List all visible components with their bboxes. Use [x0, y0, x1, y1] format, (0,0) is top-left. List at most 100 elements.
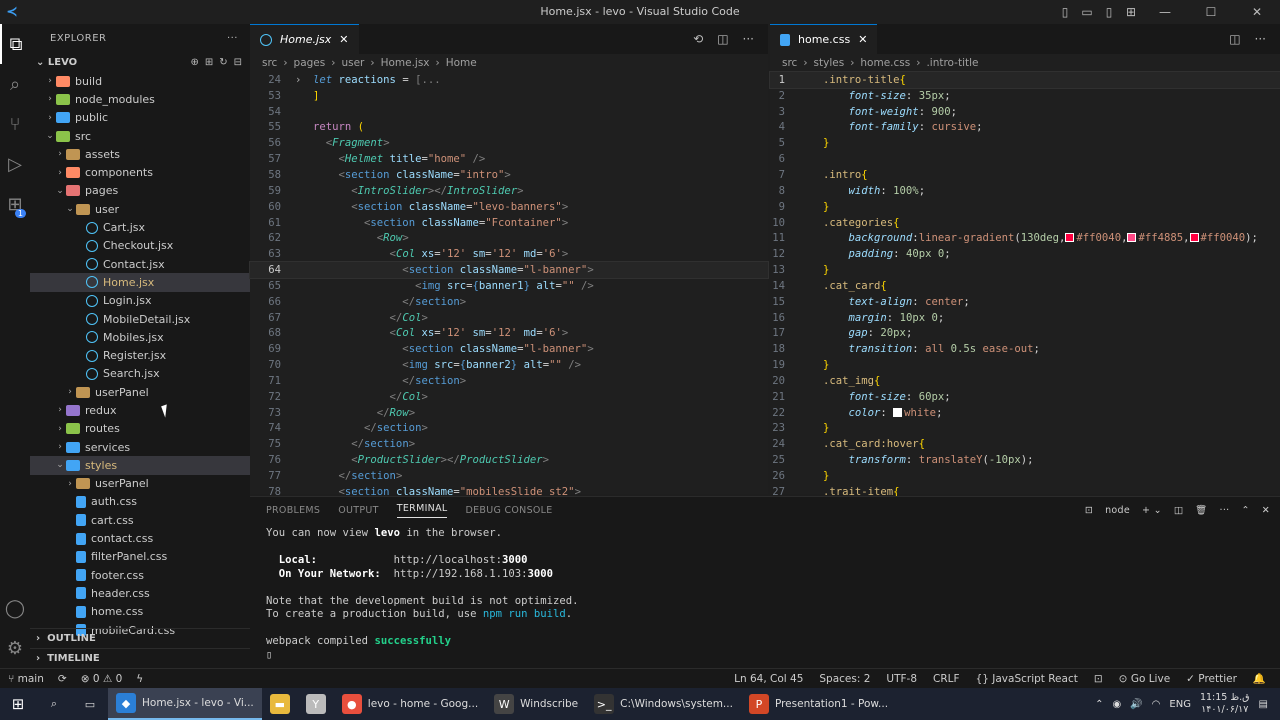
- code-line[interactable]: 64 <section className="l-banner">: [249, 261, 769, 279]
- code-line[interactable]: 24 .cat_card:hover{: [770, 436, 1280, 452]
- breadcrumb-item[interactable]: src: [262, 57, 277, 69]
- notifications-icon[interactable]: 🔔: [1253, 672, 1266, 685]
- split-terminal-icon[interactable]: ◫: [1174, 505, 1183, 516]
- code-line[interactable]: 5}: [770, 135, 1280, 151]
- code-line[interactable]: 4 font-family: cursive;: [770, 120, 1280, 136]
- code-line[interactable]: 65 <img src={banner1} alt="" />: [250, 278, 768, 294]
- tree-file[interactable]: Checkout.jsx: [30, 237, 250, 255]
- wifi-icon[interactable]: ◠: [1152, 699, 1161, 710]
- add-terminal-icon[interactable]: + ⌄: [1142, 505, 1162, 516]
- source-control-icon[interactable]: ⑂: [0, 104, 30, 144]
- format-icon[interactable]: ⊡: [1094, 673, 1103, 685]
- code-line[interactable]: 8 width: 100%;: [770, 183, 1280, 199]
- tree-folder[interactable]: ⌄ pages: [30, 182, 250, 200]
- code-line[interactable]: 6: [770, 151, 1280, 167]
- tree-folder[interactable]: ⌄ user: [30, 200, 250, 218]
- code-line[interactable]: 59 <IntroSlider></IntroSlider>: [250, 183, 768, 199]
- tray-overflow-icon[interactable]: ⌃: [1095, 699, 1103, 710]
- close-panel-icon[interactable]: ✕: [1262, 505, 1270, 516]
- code-line[interactable]: 12 padding: 40px 0;: [770, 246, 1280, 262]
- lightning-icon[interactable]: ϟ: [136, 673, 143, 685]
- taskbar-app[interactable]: ◆ Home.jsx - levo - Vi...: [108, 688, 262, 720]
- code-line[interactable]: 11 background:linear-gradient(130deg, #ff…: [770, 230, 1280, 246]
- code-line[interactable]: 70 <img src={banner2} alt="" />: [250, 357, 768, 373]
- tree-file[interactable]: home.css: [30, 603, 250, 621]
- code-line[interactable]: 53]: [250, 88, 768, 104]
- breadcrumb-item[interactable]: Home: [446, 57, 477, 69]
- collapse-all-icon[interactable]: ⊟: [234, 57, 242, 68]
- new-folder-icon[interactable]: ⊞: [205, 57, 213, 68]
- task-view-button[interactable]: ▭: [72, 688, 108, 720]
- network-icon[interactable]: ◉: [1112, 699, 1121, 710]
- tree-file[interactable]: Contact.jsx: [30, 255, 250, 273]
- sync-icon[interactable]: ⟳: [58, 673, 67, 685]
- code-line[interactable]: 76 <ProductSlider></ProductSlider>: [250, 452, 768, 468]
- tree-folder[interactable]: › node_modules: [30, 90, 250, 108]
- tree-folder[interactable]: ⌄ src: [30, 127, 250, 145]
- code-line[interactable]: 61 <section className="Fcontainer">: [250, 215, 768, 231]
- code-line[interactable]: 3 font-weight: 900;: [770, 104, 1280, 120]
- breadcrumb-item[interactable]: styles: [814, 57, 845, 69]
- panel-tab[interactable]: OUTPUT: [338, 505, 379, 516]
- language-mode[interactable]: {} JavaScript React: [976, 673, 1078, 685]
- code-line[interactable]: 1 .intro-title{: [769, 71, 1280, 89]
- taskbar-app[interactable]: W Windscribe: [486, 688, 586, 720]
- taskbar-app[interactable]: ● levo - home - Goog...: [334, 688, 486, 720]
- maximize-button[interactable]: ☐: [1188, 5, 1234, 19]
- code-line[interactable]: 63 <Col xs='12' sm='12' md='6'>: [250, 246, 768, 262]
- code-line[interactable]: 62 <Row>: [250, 230, 768, 246]
- tree-folder[interactable]: › public: [30, 109, 250, 127]
- timeline-section[interactable]: › TIMELINE: [30, 648, 250, 668]
- timeline-history-icon[interactable]: ⟲: [693, 32, 703, 46]
- code-line[interactable]: 9}: [770, 199, 1280, 215]
- cursor-position[interactable]: Ln 64, Col 45: [734, 673, 803, 685]
- code-line[interactable]: 10 .categories{: [770, 215, 1280, 231]
- tree-folder[interactable]: › services: [30, 438, 250, 456]
- code-line[interactable]: 68 <Col xs='12' sm='12' md='6'>: [250, 326, 768, 342]
- taskbar-app[interactable]: P Presentation1 - Pow...: [741, 688, 896, 720]
- minimize-button[interactable]: —: [1142, 5, 1188, 19]
- search-icon[interactable]: ⌕: [0, 64, 30, 104]
- close-window-button[interactable]: ✕: [1234, 5, 1280, 19]
- tree-folder[interactable]: › routes: [30, 420, 250, 438]
- code-line[interactable]: 75 </section>: [250, 436, 768, 452]
- tree-file[interactable]: Login.jsx: [30, 292, 250, 310]
- tree-file[interactable]: Mobiles.jsx: [30, 328, 250, 346]
- customize-layout-icon[interactable]: ⊞: [1120, 5, 1142, 19]
- tree-file[interactable]: Search.jsx: [30, 365, 250, 383]
- more-actions-icon[interactable]: ···: [227, 33, 238, 44]
- toggle-sidebar-icon[interactable]: ▯: [1054, 5, 1076, 19]
- maximize-panel-icon[interactable]: ⌃: [1241, 505, 1249, 516]
- new-file-icon[interactable]: ⊕: [190, 57, 198, 68]
- tab-home-css[interactable]: home.css ✕: [770, 24, 878, 54]
- code-line[interactable]: 71 </section>: [250, 373, 768, 389]
- code-line[interactable]: 66 </section>: [250, 294, 768, 310]
- notification-center-icon[interactable]: ▤: [1259, 699, 1268, 710]
- code-line[interactable]: 60 <section className="levo-banners">: [250, 199, 768, 215]
- code-line[interactable]: 16 margin: 10px 0;: [770, 310, 1280, 326]
- code-line[interactable]: 57 <Helmet title="home" />: [250, 151, 768, 167]
- code-line[interactable]: 73 </Row>: [250, 405, 768, 421]
- tree-folder[interactable]: › build: [30, 72, 250, 90]
- tree-file[interactable]: MobileDetail.jsx: [30, 310, 250, 328]
- close-tab-icon[interactable]: ✕: [339, 33, 348, 46]
- split-editor-icon[interactable]: ◫: [717, 32, 728, 46]
- code-line[interactable]: 2 font-size: 35px;: [770, 88, 1280, 104]
- tree-file[interactable]: auth.css: [30, 493, 250, 511]
- taskbar-app[interactable]: ▬: [262, 688, 298, 720]
- code-line[interactable]: 23}: [770, 421, 1280, 437]
- problems-indicator[interactable]: ⊗ 0 ⚠ 0: [81, 673, 123, 685]
- code-line[interactable]: 74 </section>: [250, 421, 768, 437]
- code-line[interactable]: 17 gap: 20px;: [770, 326, 1280, 342]
- panel-tab[interactable]: TERMINAL: [396, 503, 448, 518]
- code-line[interactable]: 77 </section>: [250, 468, 768, 484]
- code-line[interactable]: 15 text-align: center;: [770, 294, 1280, 310]
- panel-tab[interactable]: DEBUG CONSOLE: [465, 505, 552, 516]
- outline-section[interactable]: › OUTLINE: [30, 628, 250, 648]
- panel-tab[interactable]: PROBLEMS: [266, 505, 320, 516]
- search-button[interactable]: ⌕: [36, 688, 72, 720]
- start-button[interactable]: ⊞: [0, 688, 36, 720]
- terminal-output[interactable]: You can now view levo in the browser. Lo…: [250, 523, 1280, 662]
- code-line[interactable]: 72 </Col>: [250, 389, 768, 405]
- language-indicator[interactable]: ENG: [1169, 699, 1191, 710]
